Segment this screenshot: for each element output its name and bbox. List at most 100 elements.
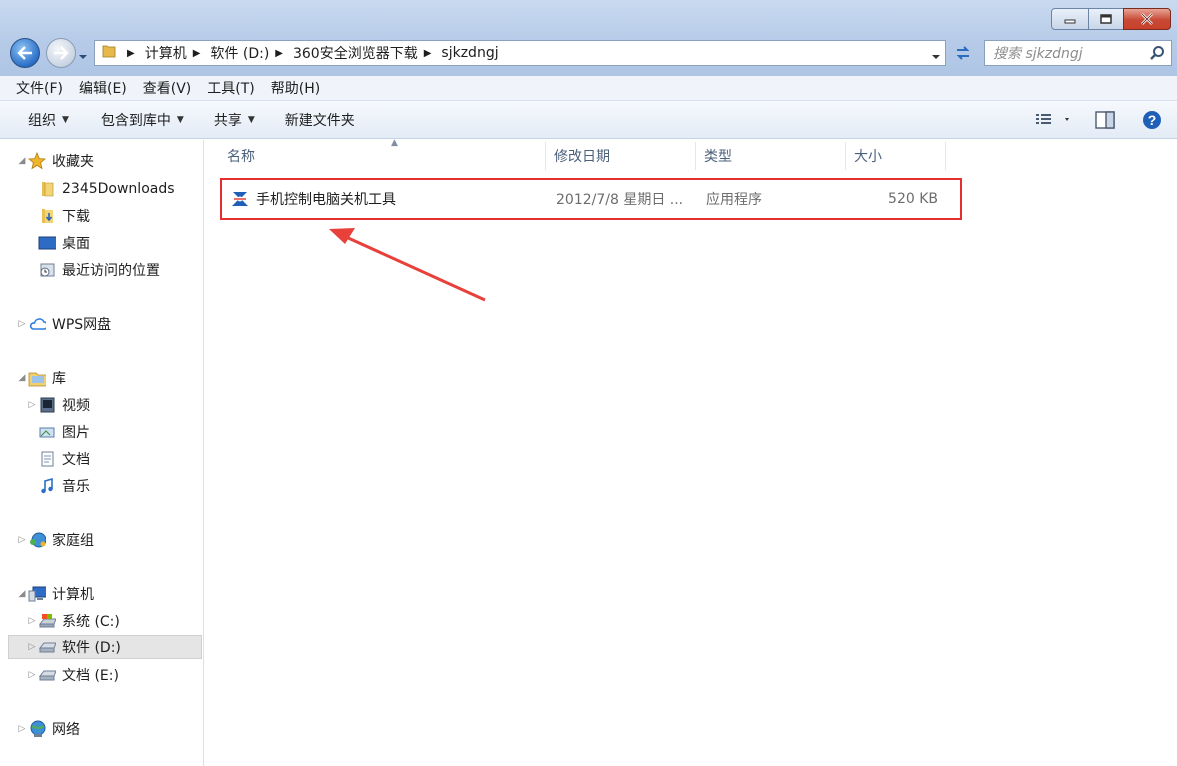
nav-videos[interactable]: ▷ 视频 [0, 393, 202, 417]
change-view-button[interactable] [1023, 101, 1083, 139]
nav-libraries-label: 库 [52, 371, 66, 387]
expand-arrow-icon[interactable]: ▷ [26, 642, 38, 652]
share-button[interactable]: 共享 ▼ [202, 110, 267, 130]
chevron-down-icon: ▼ [176, 114, 184, 125]
search-placeholder: 搜索 sjkzdngj [993, 46, 1083, 62]
menu-view[interactable]: 查看(V) [135, 78, 200, 98]
chevron-down-icon [79, 55, 87, 59]
nav-2345downloads[interactable]: 2345Downloads [0, 177, 202, 201]
details-view-icon [1036, 114, 1069, 124]
forward-arrow-icon [54, 46, 69, 60]
restore-icon [1100, 14, 1112, 24]
share-label: 共享 [213, 112, 242, 129]
nav-drive-c-label: 系统 (C:) [62, 614, 120, 630]
column-type-label: 类型 [704, 149, 732, 165]
include-in-library-button[interactable]: 包含到库中 ▼ [89, 110, 196, 130]
preview-pane-button[interactable] [1083, 101, 1127, 139]
minimize-icon [1064, 19, 1076, 24]
expand-arrow-icon[interactable]: ▷ [26, 400, 38, 410]
column-header-size[interactable]: 大小 [846, 142, 946, 170]
back-button[interactable] [10, 38, 40, 68]
nav-documents-label: 文档 [62, 452, 90, 468]
nav-computer-label: 计算机 [52, 587, 94, 603]
expand-arrow-icon[interactable]: ▷ [26, 616, 38, 626]
organize-button[interactable]: 组织 ▼ [16, 110, 81, 130]
chevron-down-icon [932, 55, 940, 59]
chevron-down-icon: ▼ [247, 114, 255, 125]
homegroup-icon [28, 531, 46, 549]
nav-homegroup[interactable]: ▷ 家庭组 [0, 528, 202, 552]
nav-drive-e-label: 文档 (E:) [62, 668, 119, 684]
computer-icon [28, 585, 46, 603]
address-dropdown-button[interactable] [931, 48, 941, 64]
expand-arrow-icon[interactable]: ▷ [16, 319, 28, 329]
menu-file[interactable]: 文件(F) [8, 78, 71, 98]
nav-documents[interactable]: 文档 [0, 447, 202, 471]
video-library-icon [38, 396, 56, 414]
nav-drive-d[interactable]: ▷ 软件 (D:) [8, 635, 202, 659]
folder-icon [38, 180, 56, 198]
expand-arrow-icon[interactable]: ▷ [26, 670, 38, 680]
forward-button[interactable] [46, 38, 76, 68]
minimize-button[interactable] [1051, 8, 1089, 30]
search-icon[interactable] [1149, 45, 1165, 65]
expand-arrow-icon[interactable]: ▷ [16, 535, 28, 545]
column-header-type[interactable]: 类型 [696, 142, 846, 170]
library-icon [28, 369, 46, 387]
breadcrumb-item[interactable]: 360安全浏览器下载 ▶ [287, 43, 431, 63]
collapse-arrow-icon[interactable]: ◢ [16, 589, 28, 599]
refresh-button[interactable] [950, 40, 976, 66]
file-size: 520 KB [888, 191, 938, 207]
breadcrumb-separator-icon[interactable]: ▶ [127, 48, 135, 59]
nav-drive-d-label: 软件 (D:) [62, 640, 121, 656]
document-library-icon [38, 450, 56, 468]
breadcrumb-item[interactable]: 计算机 ▶ [139, 43, 201, 63]
nav-videos-label: 视频 [62, 398, 90, 414]
file-size-cell: 520 KB [842, 180, 938, 218]
collapse-arrow-icon[interactable]: ◢ [16, 373, 28, 383]
nav-drive-c[interactable]: ▷ 系统 (C:) [0, 609, 202, 633]
expand-arrow-icon[interactable]: ▷ [16, 724, 28, 734]
svg-text:?: ? [1148, 112, 1157, 128]
annotation-arrow [329, 228, 486, 302]
preview-pane-icon [1095, 111, 1115, 129]
organize-label: 组织 [28, 112, 56, 129]
nav-libraries[interactable]: ◢ 库 [0, 366, 202, 390]
cloud-icon [28, 315, 46, 333]
address-bar[interactable]: ▶ 计算机 ▶ 软件 (D:) ▶ 360安全浏览器下载 ▶ sjkzdngj [94, 40, 946, 66]
help-button[interactable]: ? [1127, 101, 1177, 139]
breadcrumb-separator-icon[interactable]: ▶ [424, 48, 432, 59]
collapse-arrow-icon[interactable]: ◢ [16, 156, 28, 166]
recent-pages-dropdown[interactable] [78, 48, 88, 64]
picture-library-icon [38, 423, 56, 441]
nav-computer[interactable]: ◢ 计算机 [0, 582, 202, 606]
music-library-icon [38, 477, 56, 495]
nav-drive-e[interactable]: ▷ 文档 (E:) [0, 663, 202, 687]
breadcrumb-separator-icon[interactable]: ▶ [275, 48, 283, 59]
nav-favorites[interactable]: ◢ 收藏夹 [0, 149, 202, 173]
nav-desktop[interactable]: 桌面 [0, 231, 202, 255]
menu-bar: 文件(F) 编辑(E) 查看(V) 工具(T) 帮助(H) [0, 76, 1177, 101]
maximize-button[interactable] [1088, 8, 1124, 30]
breadcrumb-item[interactable]: sjkzdngj [435, 45, 504, 61]
back-arrow-icon [17, 46, 32, 60]
menu-help[interactable]: 帮助(H) [263, 78, 328, 98]
breadcrumb-separator-icon[interactable]: ▶ [193, 48, 201, 59]
nav-network[interactable]: ▷ 网络 [0, 717, 202, 741]
new-folder-button[interactable]: 新建文件夹 [273, 110, 367, 130]
menu-tools[interactable]: 工具(T) [199, 78, 262, 98]
close-button[interactable] [1123, 8, 1171, 30]
menu-edit[interactable]: 编辑(E) [71, 78, 135, 98]
help-icon: ? [1143, 111, 1161, 129]
nav-downloads[interactable]: 下载 [0, 204, 202, 228]
downloads-folder-icon [38, 207, 56, 225]
nav-homegroup-label: 家庭组 [52, 533, 94, 549]
nav-music[interactable]: 音乐 [0, 474, 202, 498]
nav-wps-cloud[interactable]: ▷ WPS网盘 [0, 312, 202, 336]
desktop-icon [38, 234, 56, 252]
window-controls [1051, 8, 1171, 30]
search-input[interactable]: 搜索 sjkzdngj [984, 40, 1172, 66]
nav-recent-places[interactable]: 最近访问的位置 [0, 258, 202, 282]
breadcrumb-item[interactable]: 软件 (D:) ▶ [204, 43, 283, 63]
nav-pictures[interactable]: 图片 [0, 420, 202, 444]
